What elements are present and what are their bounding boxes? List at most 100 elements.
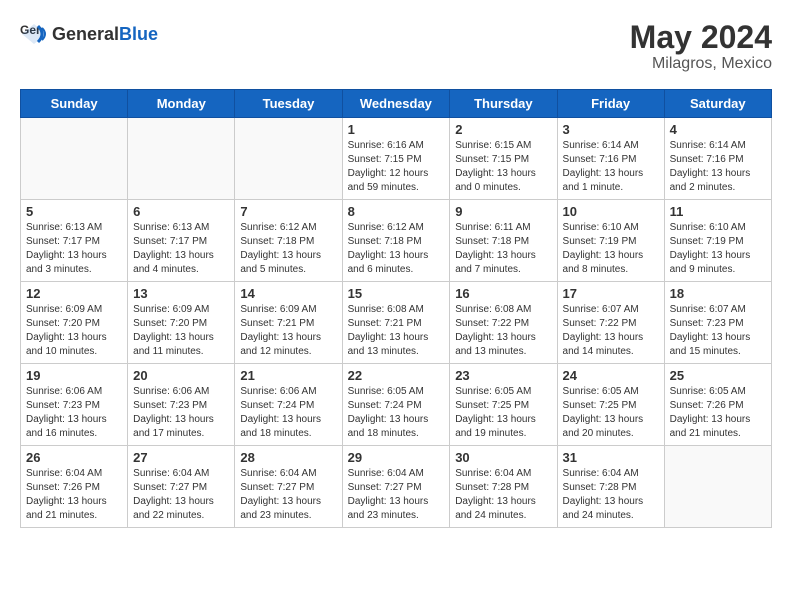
day-number: 12 bbox=[26, 286, 122, 301]
day-info: Sunrise: 6:05 AMSunset: 7:26 PMDaylight:… bbox=[670, 385, 766, 441]
day-number: 23 bbox=[455, 368, 551, 383]
day-info: Sunrise: 6:06 AMSunset: 7:24 PMDaylight:… bbox=[240, 385, 336, 441]
calendar-cell: 18 Sunrise: 6:07 AMSunset: 7:23 PMDayligh… bbox=[664, 282, 771, 364]
day-number: 18 bbox=[670, 286, 766, 301]
calendar-cell: 7Sunrise: 6:12 AMSunset: 7:18 PMDaylight… bbox=[235, 200, 342, 282]
calendar-cell: 2 Sunrise: 6:15 AMSunset: 7:15 PMDaylight… bbox=[450, 118, 557, 200]
day-info: Sunrise: 6:04 AMSunset: 7:28 PMDaylight:… bbox=[455, 467, 551, 523]
calendar-cell: 26 Sunrise: 6:04 AMSunset: 7:26 PMDayligh… bbox=[21, 446, 128, 528]
calendar-cell: 20Sunrise: 6:06 AMSunset: 7:23 PMDayligh… bbox=[128, 364, 235, 446]
calendar-cell: 25 Sunrise: 6:05 AMSunset: 7:26 PMDayligh… bbox=[664, 364, 771, 446]
calendar-week-row: 12 Sunrise: 6:09 AMSunset: 7:20 PMDayligh… bbox=[21, 282, 772, 364]
calendar-week-row: 1 Sunrise: 6:16 AMSunset: 7:15 PMDaylight… bbox=[21, 118, 772, 200]
day-number: 15 bbox=[348, 286, 445, 301]
day-info: Sunrise: 6:07 AMSunset: 7:23 PMDaylight:… bbox=[670, 303, 766, 359]
day-info: Sunrise: 6:05 AMSunset: 7:25 PMDaylight:… bbox=[563, 385, 659, 441]
day-info: Sunrise: 6:14 AMSunset: 7:16 PMDaylight:… bbox=[563, 139, 659, 195]
weekday-header: Friday bbox=[557, 90, 664, 118]
day-info: Sunrise: 6:06 AMSunset: 7:23 PMDaylight:… bbox=[133, 385, 229, 441]
day-number: 1 bbox=[348, 122, 445, 137]
calendar-cell: 5Sunrise: 6:13 AMSunset: 7:17 PMDaylight… bbox=[21, 200, 128, 282]
calendar-cell: 4 Sunrise: 6:14 AMSunset: 7:16 PMDaylight… bbox=[664, 118, 771, 200]
day-info: Sunrise: 6:05 AMSunset: 7:25 PMDaylight:… bbox=[455, 385, 551, 441]
calendar-cell: 29Sunrise: 6:04 AMSunset: 7:27 PMDayligh… bbox=[342, 446, 450, 528]
calendar-cell: 22 Sunrise: 6:05 AMSunset: 7:24 PMDayligh… bbox=[342, 364, 450, 446]
day-number: 30 bbox=[455, 450, 551, 465]
day-number: 24 bbox=[563, 368, 659, 383]
day-info: Sunrise: 6:10 AMSunset: 7:19 PMDaylight:… bbox=[670, 221, 766, 277]
day-number: 17 bbox=[563, 286, 659, 301]
day-number: 27 bbox=[133, 450, 229, 465]
day-number: 13 bbox=[133, 286, 229, 301]
calendar-cell: 14Sunrise: 6:09 AMSunset: 7:21 PMDayligh… bbox=[235, 282, 342, 364]
day-info: Sunrise: 6:10 AMSunset: 7:19 PMDaylight:… bbox=[563, 221, 659, 277]
calendar-cell: 9 Sunrise: 6:11 AMSunset: 7:18 PMDaylight… bbox=[450, 200, 557, 282]
day-number: 28 bbox=[240, 450, 336, 465]
day-info: Sunrise: 6:06 AMSunset: 7:23 PMDaylight:… bbox=[26, 385, 122, 441]
calendar-cell: 13Sunrise: 6:09 AMSunset: 7:20 PMDayligh… bbox=[128, 282, 235, 364]
day-number: 16 bbox=[455, 286, 551, 301]
day-number: 11 bbox=[670, 204, 766, 219]
day-number: 4 bbox=[670, 122, 766, 137]
day-info: Sunrise: 6:04 AMSunset: 7:26 PMDaylight:… bbox=[26, 467, 122, 523]
day-number: 21 bbox=[240, 368, 336, 383]
calendar-cell: 28 Sunrise: 6:04 AMSunset: 7:27 PMDayligh… bbox=[235, 446, 342, 528]
calendar-cell bbox=[21, 118, 128, 200]
calendar-cell: 15Sunrise: 6:08 AMSunset: 7:21 PMDayligh… bbox=[342, 282, 450, 364]
day-info: Sunrise: 6:16 AMSunset: 7:15 PMDaylight:… bbox=[348, 139, 445, 195]
day-info: Sunrise: 6:13 AMSunset: 7:17 PMDaylight:… bbox=[133, 221, 229, 277]
day-number: 2 bbox=[455, 122, 551, 137]
day-number: 8 bbox=[348, 204, 445, 219]
day-number: 22 bbox=[348, 368, 445, 383]
calendar-cell bbox=[664, 446, 771, 528]
day-info: Sunrise: 6:15 AMSunset: 7:15 PMDaylight:… bbox=[455, 139, 551, 195]
day-info: Sunrise: 6:09 AMSunset: 7:20 PMDaylight:… bbox=[26, 303, 122, 359]
day-info: Sunrise: 6:04 AMSunset: 7:27 PMDaylight:… bbox=[240, 467, 336, 523]
day-number: 26 bbox=[26, 450, 122, 465]
calendar-cell: 21 Sunrise: 6:06 AMSunset: 7:24 PMDayligh… bbox=[235, 364, 342, 446]
calendar-cell: 23 Sunrise: 6:05 AMSunset: 7:25 PMDayligh… bbox=[450, 364, 557, 446]
calendar: SundayMondayTuesdayWednesdayThursdayFrid… bbox=[20, 89, 772, 528]
calendar-header-row: SundayMondayTuesdayWednesdayThursdayFrid… bbox=[21, 90, 772, 118]
calendar-cell: 31 Sunrise: 6:04 AMSunset: 7:28 PMDayligh… bbox=[557, 446, 664, 528]
calendar-cell: 10 Sunrise: 6:10 AMSunset: 7:19 PMDayligh… bbox=[557, 200, 664, 282]
weekday-header: Monday bbox=[128, 90, 235, 118]
title-block: May 2024 Milagros, Mexico bbox=[630, 20, 772, 73]
logo-icon: Gen bbox=[20, 20, 48, 48]
calendar-cell: 16 Sunrise: 6:08 AMSunset: 7:22 PMDayligh… bbox=[450, 282, 557, 364]
day-number: 14 bbox=[240, 286, 336, 301]
calendar-cell: 3 Sunrise: 6:14 AMSunset: 7:16 PMDaylight… bbox=[557, 118, 664, 200]
day-info: Sunrise: 6:12 AMSunset: 7:18 PMDaylight:… bbox=[348, 221, 445, 277]
day-info: Sunrise: 6:04 AMSunset: 7:28 PMDaylight:… bbox=[563, 467, 659, 523]
calendar-cell: 17 Sunrise: 6:07 AMSunset: 7:22 PMDayligh… bbox=[557, 282, 664, 364]
day-info: Sunrise: 6:14 AMSunset: 7:16 PMDaylight:… bbox=[670, 139, 766, 195]
calendar-cell: 12 Sunrise: 6:09 AMSunset: 7:20 PMDayligh… bbox=[21, 282, 128, 364]
day-number: 31 bbox=[563, 450, 659, 465]
day-info: Sunrise: 6:08 AMSunset: 7:22 PMDaylight:… bbox=[455, 303, 551, 359]
calendar-cell: 6Sunrise: 6:13 AMSunset: 7:17 PMDaylight… bbox=[128, 200, 235, 282]
day-info: Sunrise: 6:05 AMSunset: 7:24 PMDaylight:… bbox=[348, 385, 445, 441]
day-info: Sunrise: 6:04 AMSunset: 7:27 PMDaylight:… bbox=[133, 467, 229, 523]
calendar-week-row: 26 Sunrise: 6:04 AMSunset: 7:26 PMDayligh… bbox=[21, 446, 772, 528]
weekday-header: Thursday bbox=[450, 90, 557, 118]
day-info: Sunrise: 6:11 AMSunset: 7:18 PMDaylight:… bbox=[455, 221, 551, 277]
day-number: 19 bbox=[26, 368, 122, 383]
day-number: 3 bbox=[563, 122, 659, 137]
day-info: Sunrise: 6:13 AMSunset: 7:17 PMDaylight:… bbox=[26, 221, 122, 277]
day-number: 7 bbox=[240, 204, 336, 219]
calendar-cell bbox=[235, 118, 342, 200]
calendar-week-row: 5Sunrise: 6:13 AMSunset: 7:17 PMDaylight… bbox=[21, 200, 772, 282]
page-header: Gen GeneralBlue May 2024 Milagros, Mexic… bbox=[20, 20, 772, 73]
calendar-cell bbox=[128, 118, 235, 200]
calendar-cell: 30 Sunrise: 6:04 AMSunset: 7:28 PMDayligh… bbox=[450, 446, 557, 528]
day-number: 10 bbox=[563, 204, 659, 219]
location: Milagros, Mexico bbox=[630, 55, 772, 73]
day-info: Sunrise: 6:07 AMSunset: 7:22 PMDaylight:… bbox=[563, 303, 659, 359]
day-number: 25 bbox=[670, 368, 766, 383]
calendar-cell: 19 Sunrise: 6:06 AMSunset: 7:23 PMDayligh… bbox=[21, 364, 128, 446]
calendar-cell: 11 Sunrise: 6:10 AMSunset: 7:19 PMDayligh… bbox=[664, 200, 771, 282]
month-year: May 2024 bbox=[630, 20, 772, 55]
day-number: 9 bbox=[455, 204, 551, 219]
day-number: 29 bbox=[348, 450, 445, 465]
calendar-week-row: 19 Sunrise: 6:06 AMSunset: 7:23 PMDayligh… bbox=[21, 364, 772, 446]
